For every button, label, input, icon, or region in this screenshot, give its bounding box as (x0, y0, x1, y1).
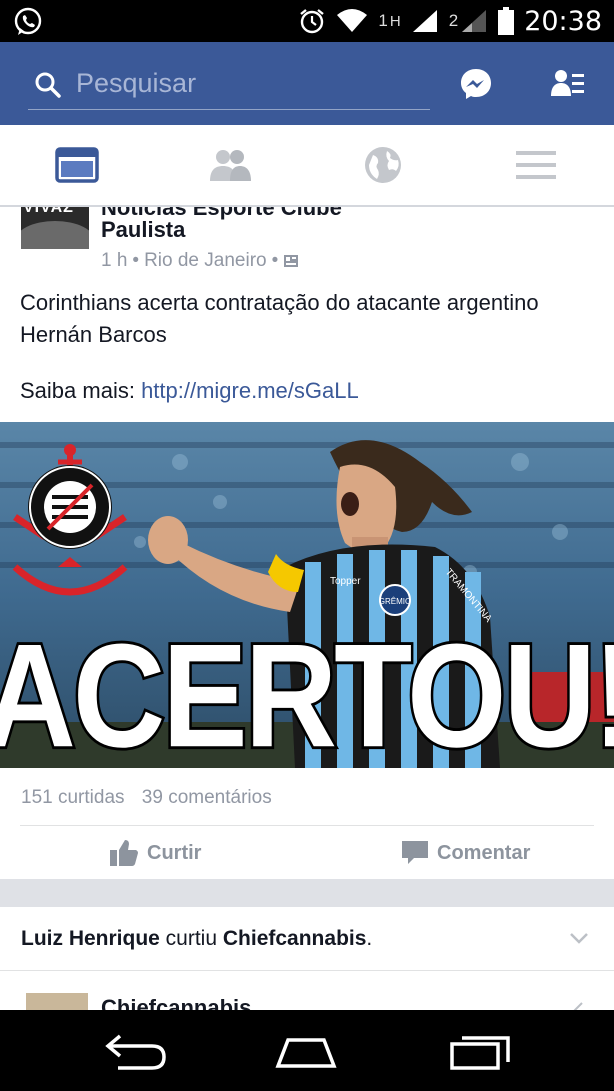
status-bar: 1 H 2 20:38 (0, 0, 614, 42)
post-text: Corinthians acerta contratação do atacan… (20, 290, 539, 347)
tab-friends[interactable] (153, 125, 306, 205)
story-page[interactable]: Chiefcannabis (223, 927, 367, 950)
app-header: Pesquisar (0, 42, 614, 125)
friend-requests-icon[interactable] (550, 66, 586, 102)
comment-button[interactable]: Comentar (402, 837, 530, 869)
sim1-label: 1 (378, 11, 388, 30)
search-placeholder: Pesquisar (76, 68, 197, 98)
thumbs-up-icon (110, 840, 138, 866)
wifi-icon (337, 9, 368, 32)
network-type: H (389, 12, 401, 30)
post-stats[interactable]: 151 curtidas 39 comentários (21, 787, 284, 809)
page-name[interactable]: Paulista (101, 217, 185, 243)
status-time: 20:38 (524, 5, 602, 37)
avatar-text: VIVAZ (23, 207, 74, 216)
home-icon[interactable] (274, 1032, 338, 1070)
post-link-line: Saiba mais: http://migre.me/sGaLL (20, 378, 359, 404)
post-photo[interactable]: GRÊMIO Topper TRAMONTINA ACERTOU! (0, 422, 614, 768)
feed-separator (0, 879, 614, 907)
like-label: Curtir (147, 841, 202, 864)
messenger-icon[interactable] (458, 66, 494, 102)
recent-apps-icon[interactable] (448, 1032, 512, 1070)
alarm-icon (300, 9, 325, 34)
tab-news-feed[interactable] (0, 125, 153, 205)
link-prefix: Saiba mais: (20, 378, 142, 403)
globe-icon (364, 147, 401, 183)
svg-text:GRÊMIO: GRÊMIO (379, 597, 411, 606)
signal-2-icon (462, 10, 487, 32)
chevron-down-icon[interactable] (568, 927, 590, 949)
back-icon[interactable] (104, 1032, 168, 1070)
search-field[interactable]: Pesquisar (28, 62, 430, 110)
next-post-avatar[interactable] (26, 993, 88, 1010)
post-link[interactable]: http://migre.me/sGaLL (141, 378, 359, 403)
page-avatar[interactable]: VIVAZ (21, 207, 89, 249)
next-post-title[interactable]: Chiefcannabis (101, 995, 251, 1010)
news-feed-icon (54, 147, 99, 183)
signal-icon (412, 10, 437, 32)
sim2-label: 2 (448, 11, 459, 30)
news-feed[interactable]: VIVAZ Notícias Esporte Clube Paulista 1 … (0, 207, 614, 1010)
whatsapp-icon (14, 7, 42, 35)
audience-public-icon (284, 255, 299, 267)
search-icon (35, 72, 61, 98)
like-count[interactable]: 151 curtidas (21, 787, 125, 808)
next-post-options-icon[interactable] (570, 1001, 584, 1010)
divider (20, 825, 594, 826)
story-text: Luiz Henrique curtiu Chiefcannabis. (21, 927, 373, 950)
tab-bar (0, 125, 614, 207)
post-meta: 1 h • Rio de Janeiro • (101, 250, 299, 272)
comment-count[interactable]: 39 comentários (142, 787, 272, 808)
next-post[interactable]: Chiefcannabis (0, 971, 614, 1010)
post-time[interactable]: 1 h (101, 250, 127, 272)
post-location[interactable]: Rio de Janeiro (144, 250, 267, 272)
story-header[interactable]: Luiz Henrique curtiu Chiefcannabis. (0, 907, 614, 971)
like-button[interactable]: Curtir (110, 837, 201, 869)
tab-more[interactable] (459, 125, 612, 205)
photo-headline: ACERTOU! (0, 614, 614, 768)
navigation-bar (0, 1010, 614, 1091)
battery-icon (498, 7, 515, 35)
svg-text:Topper: Topper (330, 576, 361, 587)
friends-icon (209, 150, 251, 181)
comment-label: Comentar (437, 841, 531, 864)
menu-icon (515, 151, 556, 179)
comment-icon (402, 841, 428, 864)
tab-notifications[interactable] (306, 125, 459, 205)
story-user[interactable]: Luiz Henrique (21, 927, 160, 950)
